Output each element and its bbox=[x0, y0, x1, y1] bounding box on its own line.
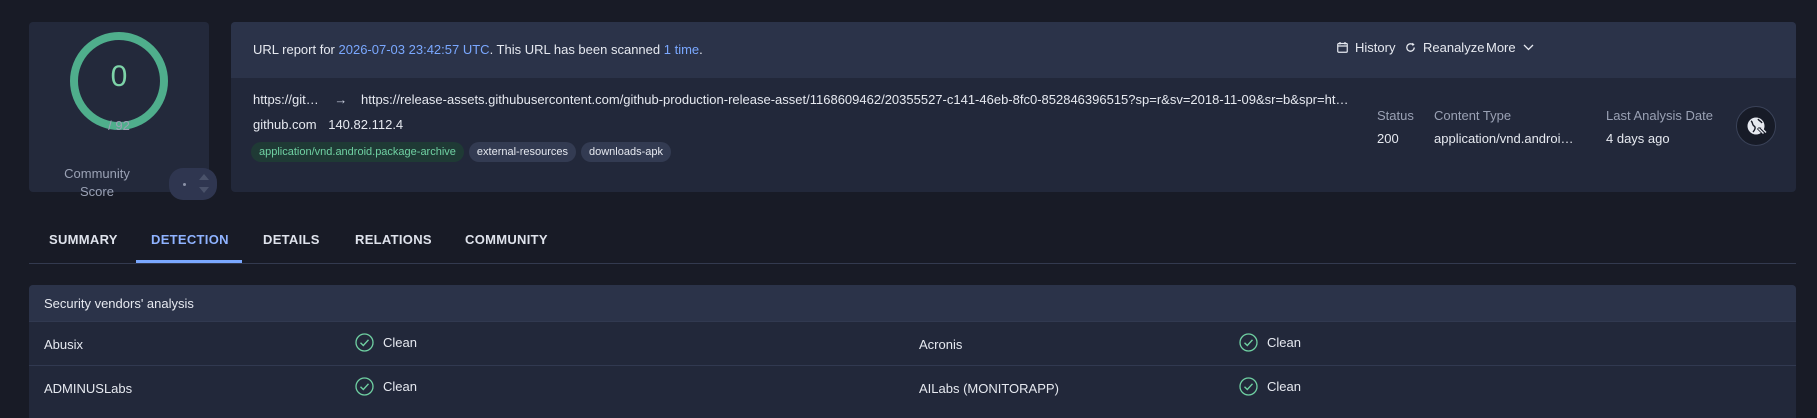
report-intro: URL report for 2026-07-03 23:42:57 UTC. … bbox=[253, 42, 703, 57]
host-row: github.com 140.82.112.4 bbox=[253, 117, 403, 132]
history-label: History bbox=[1355, 40, 1396, 55]
chevron-down-icon[interactable] bbox=[199, 187, 209, 193]
tag-chip[interactable]: downloads-apk bbox=[581, 142, 671, 162]
status-label: Status bbox=[1377, 108, 1414, 123]
host-ip[interactable]: 140.82.112.4 bbox=[328, 117, 403, 132]
tag-chip[interactable]: external-resources bbox=[468, 142, 576, 162]
intro-middle: . This URL has been scanned bbox=[489, 42, 661, 57]
table-row: ADMINUSLabs Clean AILabs (MONITORAPP) Cl… bbox=[29, 365, 1796, 409]
more-menu-button[interactable]: More bbox=[1486, 40, 1534, 55]
scan-count-link[interactable]: 1 time bbox=[664, 42, 699, 57]
tab-summary[interactable]: SUMMARY bbox=[49, 232, 118, 247]
report-tabs: SUMMARY DETECTION DETAILS RELATIONS COMM… bbox=[29, 210, 1796, 264]
vendor-name: Abusix bbox=[44, 337, 84, 352]
tag-list: application/vnd.android.package-archive … bbox=[251, 142, 671, 162]
tab-relations[interactable]: RELATIONS bbox=[355, 232, 432, 247]
result-label: Clean bbox=[383, 379, 417, 394]
detection-score-card: 0 / 92 Community Score bbox=[29, 22, 217, 200]
community-vote-stepper[interactable] bbox=[169, 168, 217, 200]
vendor-result: Clean bbox=[355, 333, 417, 352]
vendor-result: Clean bbox=[1239, 377, 1301, 396]
score-value: 0 bbox=[110, 60, 128, 93]
calendar-icon bbox=[1337, 42, 1348, 53]
vendor-name: Acronis bbox=[919, 337, 963, 352]
result-label: Clean bbox=[383, 335, 417, 350]
vendors-title: Security vendors' analysis bbox=[44, 296, 194, 311]
tab-community[interactable]: COMMUNITY bbox=[465, 232, 548, 247]
status-value: 200 bbox=[1377, 131, 1399, 146]
report-header: URL report for 2026-07-03 23:42:57 UTC. … bbox=[231, 22, 1796, 78]
chevron-down-icon bbox=[1523, 44, 1534, 51]
result-label: Clean bbox=[1267, 379, 1301, 394]
more-label: More bbox=[1486, 40, 1516, 55]
check-circle-icon bbox=[1239, 333, 1258, 352]
refresh-icon bbox=[1406, 42, 1415, 52]
tab-details[interactable]: DETAILS bbox=[263, 232, 320, 247]
last-analysis-label: Last Analysis Date bbox=[1606, 108, 1713, 123]
scan-date-link[interactable]: 2026-07-03 23:42:57 UTC bbox=[339, 42, 490, 57]
check-circle-icon bbox=[1239, 377, 1258, 396]
url-report-card: URL report for 2026-07-03 23:42:57 UTC. … bbox=[231, 22, 1796, 192]
globe-icon bbox=[1747, 117, 1767, 135]
last-analysis-value: 4 days ago bbox=[1606, 131, 1670, 146]
vendor-name: ADMINUSLabs bbox=[44, 381, 133, 396]
score-total: / 92 bbox=[108, 118, 130, 133]
globe-link-button[interactable] bbox=[1736, 106, 1776, 146]
reanalyze-label: Reanalyze bbox=[1423, 40, 1485, 55]
intro-suffix: . bbox=[699, 42, 703, 57]
chevron-up-icon[interactable] bbox=[199, 174, 209, 180]
vendors-analysis-panel: Security vendors' analysis Abusix Clean … bbox=[29, 285, 1796, 418]
content-type-value: application/vnd.androi… bbox=[1434, 131, 1574, 146]
url-short[interactable]: https://git… bbox=[253, 92, 319, 107]
tag-chip[interactable]: application/vnd.android.package-archive bbox=[251, 142, 464, 162]
result-label: Clean bbox=[1267, 335, 1301, 350]
vote-dot bbox=[183, 183, 186, 186]
content-type-label: Content Type bbox=[1434, 108, 1512, 123]
history-button[interactable]: History bbox=[1337, 40, 1395, 55]
vendor-result: Clean bbox=[1239, 333, 1301, 352]
table-row: Abusix Clean Acronis Clean bbox=[29, 321, 1796, 365]
arrow-right-icon: → bbox=[334, 92, 348, 107]
active-tab-indicator bbox=[136, 260, 242, 263]
tab-detection[interactable]: DETECTION bbox=[151, 232, 229, 247]
url-row: https://git… → https://release-assets.gi… bbox=[253, 92, 1348, 107]
url-full[interactable]: https://release-assets.githubusercontent… bbox=[361, 92, 1348, 107]
vendors-header: Security vendors' analysis bbox=[29, 285, 1796, 321]
check-circle-icon bbox=[355, 333, 374, 352]
reanalyze-button[interactable]: Reanalyze bbox=[1405, 40, 1484, 55]
vendor-result: Clean bbox=[355, 377, 417, 396]
check-circle-icon bbox=[355, 377, 374, 396]
host-domain[interactable]: github.com bbox=[253, 117, 317, 132]
intro-prefix: URL report for bbox=[253, 42, 335, 57]
vendor-name: AILabs (MONITORAPP) bbox=[919, 381, 1059, 396]
community-score-label: Community Score bbox=[64, 166, 130, 199]
